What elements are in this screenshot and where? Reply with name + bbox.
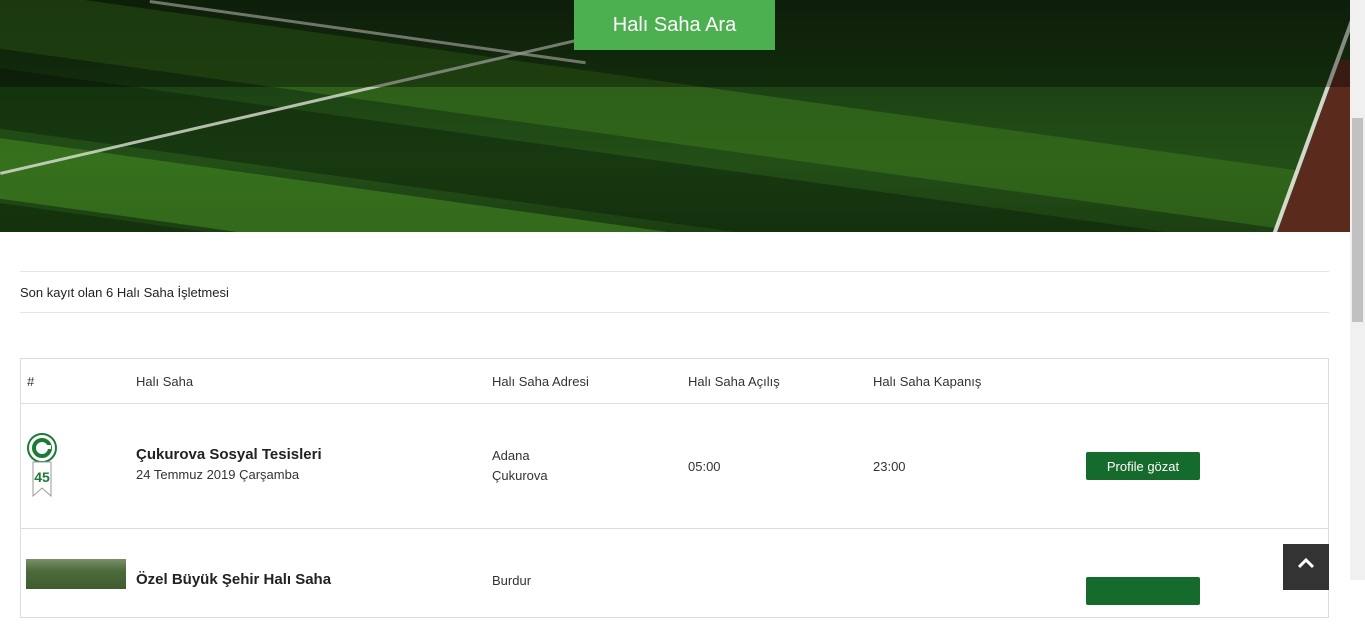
col-header-name: Halı Saha — [136, 374, 194, 389]
pitch-name: Çukurova Sosyal Tesisleri — [136, 446, 322, 463]
col-header-index: # — [27, 374, 35, 389]
field-thumbnail — [26, 559, 126, 589]
address-city: Burdur — [492, 573, 532, 588]
col-header-address: Halı Saha Adresi — [492, 374, 589, 389]
chevron-up-icon — [1298, 557, 1314, 569]
col-header-close: Halı Saha Kapanış — [873, 374, 982, 389]
university-logo: 45 — [27, 433, 57, 498]
view-profile-button[interactable] — [1086, 577, 1200, 605]
closing-time: 23:00 — [873, 459, 906, 474]
pitch-table: # Halı Saha Halı Saha Adresi Halı Saha A… — [20, 358, 1329, 618]
pitch-address: Adana Çukurova — [492, 446, 548, 486]
table-row: 45 Çukurova Sosyal Tesisleri 24 Temmuz 2… — [21, 404, 1328, 529]
pitch-info: Çukurova Sosyal Tesisleri 24 Temmuz 2019… — [136, 446, 322, 482]
registration-date: 24 Temmuz 2019 Çarşamba — [136, 467, 300, 482]
hero-banner: Halı Saha Ara — [0, 0, 1350, 232]
scroll-to-top-button[interactable] — [1283, 544, 1329, 590]
page-scrollbar[interactable] — [1350, 0, 1365, 580]
address-district: Çukurova — [492, 468, 548, 483]
table-row: Özel Büyük Şehir Halı Saha Burdur — [21, 529, 1328, 629]
summary-label: Son kayıt olan 6 Halı Saha İşletmesi — [20, 284, 229, 300]
view-profile-button[interactable]: Profile gözat — [1086, 452, 1200, 480]
svg-text:45: 45 — [34, 469, 50, 485]
address-city: Adana — [492, 448, 530, 463]
pitch-address: Burdur — [492, 571, 531, 591]
col-header-open: Halı Saha Açılış — [688, 374, 780, 389]
opening-time: 05:00 — [688, 459, 721, 474]
search-pitch-button[interactable]: Halı Saha Ara — [574, 0, 775, 50]
table-header: # Halı Saha Halı Saha Adresi Halı Saha A… — [21, 359, 1328, 404]
scrollbar-thumb[interactable] — [1352, 118, 1363, 322]
recent-count-text: Son kayıt olan 6 Halı Saha İşletmesi — [20, 271, 1329, 313]
